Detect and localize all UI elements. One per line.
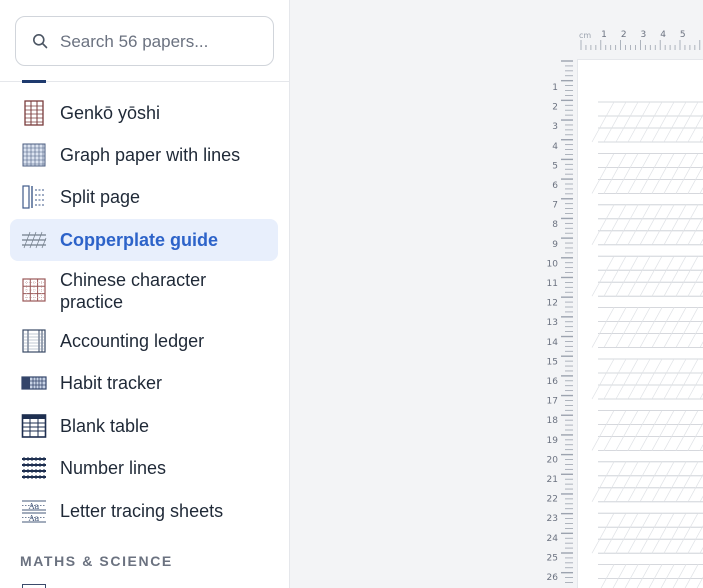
- ruler-tick-label: 2: [552, 103, 558, 113]
- ruler-tick-label: 10: [547, 259, 559, 269]
- paper-sidebar: Genkō yōshi Graph paper with lines Split…: [0, 0, 290, 588]
- letter-tracing-icon: Aa Aa: [22, 500, 46, 523]
- ruler-tick-label: 5: [680, 30, 686, 40]
- ruler-horizontal: cm 1 2 3 4 5: [579, 30, 701, 50]
- sidebar-item-blank-table[interactable]: Blank table: [10, 405, 278, 447]
- ruler-tick-label: 9: [552, 240, 558, 250]
- search-input[interactable]: [60, 29, 260, 55]
- ruler-tick-label: 7: [552, 201, 558, 211]
- partial-item-icon: [22, 80, 46, 83]
- sidebar-item-label: Genkō yōshi: [60, 103, 161, 123]
- ruler-tick-label: 26: [547, 573, 559, 583]
- partial-item-icon: [22, 584, 46, 588]
- ruler-tick-label: 11: [547, 279, 558, 289]
- copperplate-guide-band: [591, 101, 703, 143]
- table-icon: [21, 414, 47, 438]
- genko-grid-icon: [24, 100, 44, 126]
- ruler-tick-label: 22: [547, 495, 558, 505]
- copperplate-guide-band: [591, 307, 703, 349]
- sidebar-item-label: Split page: [60, 187, 141, 207]
- svg-text:Aa: Aa: [28, 502, 40, 511]
- ruler-tick-label: 12: [547, 299, 558, 309]
- copperplate-guide-band: [591, 409, 703, 451]
- ruler-tick-label: 14: [547, 338, 559, 348]
- sidebar-item-accounting-ledger[interactable]: Accounting ledger: [10, 320, 278, 362]
- copperplate-guide-band: [591, 204, 703, 246]
- ruler-tick-label: 20: [547, 455, 559, 465]
- sidebar-item-split-page[interactable]: Split page: [10, 176, 278, 218]
- sidebar-item-number-lines[interactable]: Number lines: [10, 447, 278, 489]
- ledger-icon: [22, 329, 46, 353]
- ruler-tick-label: 16: [547, 377, 559, 387]
- sidebar-item-chinese-character-practice[interactable]: Chinese character practice: [10, 264, 278, 316]
- sidebar-item-label: Chinese character practice: [60, 270, 207, 312]
- ruler-tick-label: 19: [547, 436, 559, 446]
- ruler-tick-label: 4: [552, 142, 558, 152]
- ruler-tick-label: 6: [552, 181, 558, 191]
- copperplate-icon: [22, 231, 47, 249]
- ruler-unit-label: cm: [579, 31, 591, 40]
- ruler-tick-label: 21: [547, 475, 558, 485]
- sidebar-item-label: Blank table: [60, 416, 150, 436]
- ruler-tick-label: 13: [547, 318, 558, 328]
- search-icon: [33, 34, 48, 49]
- sidebar-item-graph-paper[interactable]: Graph paper with lines: [10, 134, 278, 176]
- ruler-tick-label: 15: [547, 357, 558, 367]
- sidebar-item-copperplate-guide[interactable]: Copperplate guide: [10, 219, 278, 261]
- sidebar-item-label: Graph paper with lines: [60, 145, 241, 165]
- sidebar-item-letter-tracing-sheets[interactable]: Aa Aa Letter tracing sheets: [10, 490, 278, 532]
- split-page-icon: [22, 185, 45, 209]
- ruler-tick-label: 3: [641, 30, 647, 40]
- paper-preview: [578, 60, 703, 588]
- svg-text:Aa: Aa: [28, 514, 40, 523]
- ruler-tick-label: 1: [601, 30, 607, 40]
- ruler-tick-label: 1: [552, 83, 558, 93]
- copperplate-guide-band: [591, 461, 703, 503]
- sidebar-item-label: Number lines: [60, 458, 167, 478]
- sidebar-item-label: Letter tracing sheets: [60, 501, 224, 521]
- ruler-tick-label: 25: [547, 553, 558, 563]
- ruler-tick-label: 4: [660, 30, 666, 40]
- habit-tracker-icon: [21, 376, 47, 390]
- chinese-grid-icon: [22, 278, 46, 302]
- ruler-vertical: 1234567891011121314151617181920212223242…: [547, 60, 573, 583]
- copperplate-guide-band: [591, 255, 703, 297]
- sidebar-item-label: Copperplate guide: [60, 230, 219, 250]
- ruler-tick-label: 2: [621, 30, 627, 40]
- sidebar-item-genko-yoshi[interactable]: Genkō yōshi: [10, 92, 278, 134]
- search-box[interactable]: [15, 16, 274, 66]
- sidebar-item-label: Accounting ledger: [60, 331, 205, 351]
- sidebar-item-habit-tracker[interactable]: Habit tracker: [10, 362, 278, 404]
- copperplate-guide-band: [598, 564, 703, 588]
- copperplate-guide-band: [591, 358, 703, 400]
- copperplate-guide-band: [591, 512, 703, 554]
- graph-paper-icon: [22, 143, 46, 167]
- sidebar-item-label: Habit tracker: [60, 373, 163, 393]
- ruler-tick-label: 17: [547, 397, 558, 407]
- ruler-tick-label: 8: [552, 220, 558, 230]
- number-lines-icon: [22, 457, 46, 479]
- copperplate-guide-band: [591, 153, 703, 194]
- ruler-tick-label: 23: [547, 514, 558, 524]
- ruler-tick-label: 5: [552, 161, 558, 171]
- ruler-tick-label: 24: [547, 534, 559, 544]
- section-heading: MATHS & SCIENCE: [20, 553, 173, 569]
- ruler-tick-label: 3: [552, 122, 558, 132]
- ruler-tick-label: 18: [547, 416, 559, 426]
